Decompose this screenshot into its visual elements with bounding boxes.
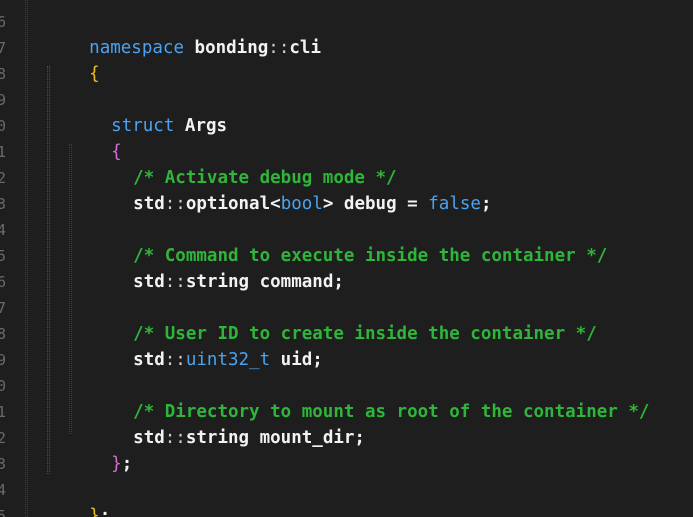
line-number: 2 — [0, 169, 7, 187]
line-number: 3 — [0, 455, 7, 473]
member-uid: uid — [270, 350, 313, 370]
line-number: 1 — [0, 403, 7, 421]
code-line-comment-command[interactable]: /* Command to execute inside the contain… — [91, 217, 607, 266]
scope-operator: :: — [268, 38, 290, 58]
semicolon: ; — [312, 350, 323, 370]
code-line-mount[interactable]: std::string mount_dir; — [91, 399, 365, 448]
namespace-name: bonding — [194, 38, 269, 58]
semicolon: ; — [121, 454, 133, 474]
angle-open: < — [270, 194, 281, 214]
line-number: 5 — [0, 507, 7, 517]
open-brace-outer: { — [89, 64, 100, 84]
close-brace-inner: } — [111, 454, 122, 474]
line-number: 8 — [0, 325, 7, 343]
angle-close: > — [322, 194, 334, 214]
struct-name: Args — [184, 116, 228, 136]
scope-operator: :: — [164, 272, 186, 292]
namespace-sub: cli — [289, 38, 321, 58]
code-line-struct-open[interactable]: { — [69, 113, 122, 162]
line-number: 7 — [0, 39, 7, 57]
code-editor[interactable]: 6 7 8 9 0 1 2 3 4 5 6 7 8 9 0 1 2 3 4 5 … — [0, 0, 693, 517]
keyword-namespace: namespace — [89, 38, 184, 58]
semicolon: ; — [480, 194, 492, 214]
code-line-struct-close[interactable]: }; — [69, 425, 132, 474]
line-number: 5 — [0, 247, 7, 265]
indent-guide — [47, 66, 50, 474]
code-line-namespace-close[interactable]: }; — [47, 477, 110, 517]
line-number: 4 — [0, 481, 7, 499]
type-optional: optional — [185, 194, 271, 214]
scope-operator: :: — [164, 350, 186, 370]
line-number: 1 — [0, 143, 7, 161]
type-string: string — [185, 272, 250, 292]
assign-operator: = — [407, 194, 418, 214]
code-line-struct[interactable]: struct Args — [69, 87, 227, 136]
line-number: 2 — [0, 429, 7, 447]
member-command: command — [249, 272, 334, 292]
line-number: 9 — [0, 351, 7, 369]
line-number: 0 — [0, 117, 7, 135]
semicolon: ; — [99, 506, 111, 517]
line-number: 6 — [0, 273, 7, 291]
line-number: 4 — [0, 221, 7, 239]
code-line-command[interactable]: std::string command; — [91, 243, 344, 292]
semicolon: ; — [354, 428, 365, 448]
std-namespace: std — [133, 350, 165, 370]
literal-false: false — [428, 194, 481, 214]
scope-operator: :: — [164, 194, 186, 214]
code-line-namespace[interactable]: namespace bonding::cli — [47, 9, 321, 58]
code-line-uid[interactable]: std::uint32_t uid; — [91, 321, 323, 370]
line-number: 3 — [0, 195, 7, 213]
type-string: string — [185, 428, 250, 448]
line-number-gutter: 6 7 8 9 0 1 2 3 4 5 6 7 8 9 0 1 2 3 4 5 — [0, 0, 11, 517]
std-namespace: std — [133, 428, 165, 448]
code-line-comment-uid[interactable]: /* User ID to create inside the containe… — [91, 295, 597, 344]
member-debug: debug — [333, 194, 408, 214]
line-number: 6 — [0, 13, 7, 31]
close-brace-outer: } — [89, 506, 100, 517]
indent-guide — [25, 0, 28, 517]
line-number: 0 — [0, 377, 7, 395]
code-line-open-brace[interactable]: { — [47, 35, 100, 84]
std-namespace: std — [133, 194, 165, 214]
std-namespace: std — [133, 272, 165, 292]
scope-operator: :: — [164, 428, 186, 448]
code-line-comment-mount[interactable]: /* Directory to mount as root of the con… — [91, 373, 649, 422]
line-number: 9 — [0, 91, 7, 109]
line-number: 8 — [0, 65, 7, 83]
type-bool: bool — [280, 194, 323, 214]
type-uint32: uint32_t — [185, 350, 271, 370]
code-line-comment-debug[interactable]: /* Activate debug mode */ — [91, 139, 396, 188]
line-number: 7 — [0, 299, 7, 317]
member-mount-dir: mount_dir — [249, 428, 355, 448]
semicolon: ; — [333, 272, 344, 292]
code-line-debug[interactable]: std::optional<bool> debug = false; — [91, 165, 491, 214]
